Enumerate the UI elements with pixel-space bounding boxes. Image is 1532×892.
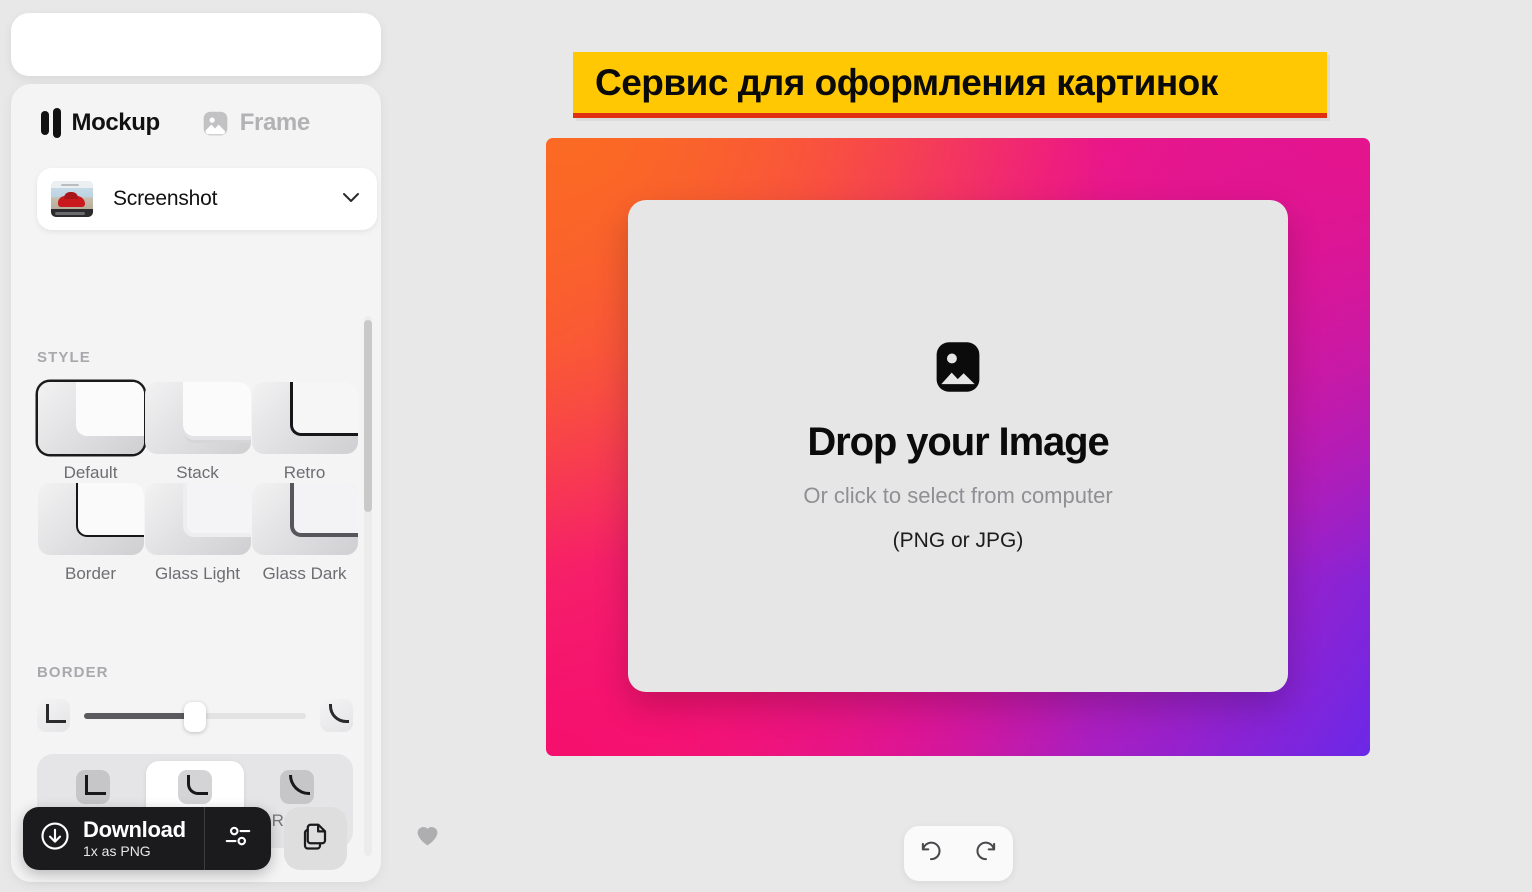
style-option-retro[interactable]: Retro xyxy=(251,382,358,483)
copy-duplicate-icon xyxy=(300,821,330,856)
style-label-default: Default xyxy=(63,463,118,482)
style-option-glass-light[interactable]: Glass Light xyxy=(144,483,251,584)
style-label-stack: Stack xyxy=(176,463,219,482)
copy-button[interactable] xyxy=(283,807,347,870)
settings-scroll-area: STYLE Default Stack Retro Border Glass L… xyxy=(11,244,381,882)
border-section-title: BORDER xyxy=(37,664,109,681)
sharp-corner-icon xyxy=(76,770,111,804)
undo-button[interactable] xyxy=(911,834,951,874)
banner-title: Сервис для оформления картинок xyxy=(595,61,1218,103)
style-option-glass-dark[interactable]: Glass Dark xyxy=(251,483,358,584)
style-option-stack[interactable]: Stack xyxy=(144,382,251,483)
editor-settings-panel: Mockup Frame Screenshot STYLE Default St… xyxy=(11,84,381,882)
style-label-glass-light: Glass Light xyxy=(154,564,241,583)
image-frame-icon xyxy=(202,110,229,137)
mockup-select[interactable]: Screenshot xyxy=(37,168,377,230)
style-option-border[interactable]: Border xyxy=(37,483,144,584)
tab-frame-label: Frame xyxy=(239,109,310,136)
style-option-default[interactable]: Default xyxy=(37,382,144,483)
mockup-columns-icon xyxy=(41,108,61,138)
border-radius-slider[interactable] xyxy=(84,701,306,732)
redo-arrow-icon xyxy=(973,838,999,869)
heart-icon xyxy=(413,827,442,853)
chevron-down-icon xyxy=(339,185,363,214)
style-label-border: Border xyxy=(64,564,117,583)
style-preview-border xyxy=(37,483,144,555)
sharp-corner-icon xyxy=(37,699,70,732)
download-options-button[interactable] xyxy=(205,821,271,856)
download-arrow-icon xyxy=(40,821,70,856)
download-subtitle: 1x as PNG xyxy=(83,843,151,860)
tab-mockup[interactable]: Mockup xyxy=(41,108,160,138)
dropzone-note: (PNG or JPG) xyxy=(892,528,1024,552)
style-section: STYLE Default Stack Retro Border Glass L… xyxy=(37,349,358,584)
border-radius-slider-row xyxy=(37,699,353,732)
red-car-screenshot-thumbnail xyxy=(51,181,93,217)
style-preview-stack xyxy=(144,382,251,454)
panel-tabs: Mockup Frame xyxy=(41,108,310,138)
settings-scrollbar-thumb[interactable] xyxy=(364,320,372,512)
tab-mockup-label: Mockup xyxy=(71,109,161,136)
slider-fill xyxy=(84,712,195,719)
redo-button[interactable] xyxy=(966,834,1006,874)
tab-frame[interactable]: Frame xyxy=(202,109,310,137)
round-corner-icon xyxy=(320,699,353,732)
top-preview-card xyxy=(11,13,381,76)
download-labels: Download 1x as PNG xyxy=(83,816,186,860)
left-panel: Mockup Frame Screenshot STYLE Default St… xyxy=(0,0,382,892)
style-label-glass-dark: Glass Dark xyxy=(262,564,347,583)
sliders-settings-icon xyxy=(223,821,253,856)
style-grid: Default Stack Retro Border Glass Light G… xyxy=(37,382,358,584)
curved-corner-icon xyxy=(178,770,212,804)
image-placeholder-icon xyxy=(931,340,985,394)
dropzone-subtitle: Or click to select from computer xyxy=(803,482,1113,508)
image-dropzone[interactable]: Drop your Image Or click to select from … xyxy=(628,200,1288,692)
download-title: Download xyxy=(83,816,186,842)
download-bar: Download 1x as PNG xyxy=(23,807,347,870)
style-section-title: STYLE xyxy=(37,349,91,366)
style-preview-glass-light xyxy=(144,483,251,555)
app-root: Mockup Frame Screenshot STYLE Default St… xyxy=(0,0,1532,892)
round-corner-icon xyxy=(279,770,314,804)
style-label-retro: Retro xyxy=(283,463,326,482)
favorite-button[interactable] xyxy=(413,820,442,854)
banner: Сервис для оформления картинок xyxy=(573,52,1327,118)
mockup-select-value: Screenshot xyxy=(113,187,218,210)
style-preview-default xyxy=(37,382,144,454)
undo-arrow-icon xyxy=(918,838,944,869)
style-preview-retro xyxy=(251,382,358,454)
canvas-stage[interactable]: Drop your Image Or click to select from … xyxy=(546,138,1370,756)
download-button[interactable]: Download 1x as PNG xyxy=(23,807,271,870)
dropzone-title: Drop your Image xyxy=(807,419,1109,464)
slider-thumb[interactable] xyxy=(184,701,206,732)
style-preview-glass-dark xyxy=(251,483,358,555)
history-controls xyxy=(904,826,1013,881)
download-button-main[interactable]: Download 1x as PNG xyxy=(23,816,204,860)
